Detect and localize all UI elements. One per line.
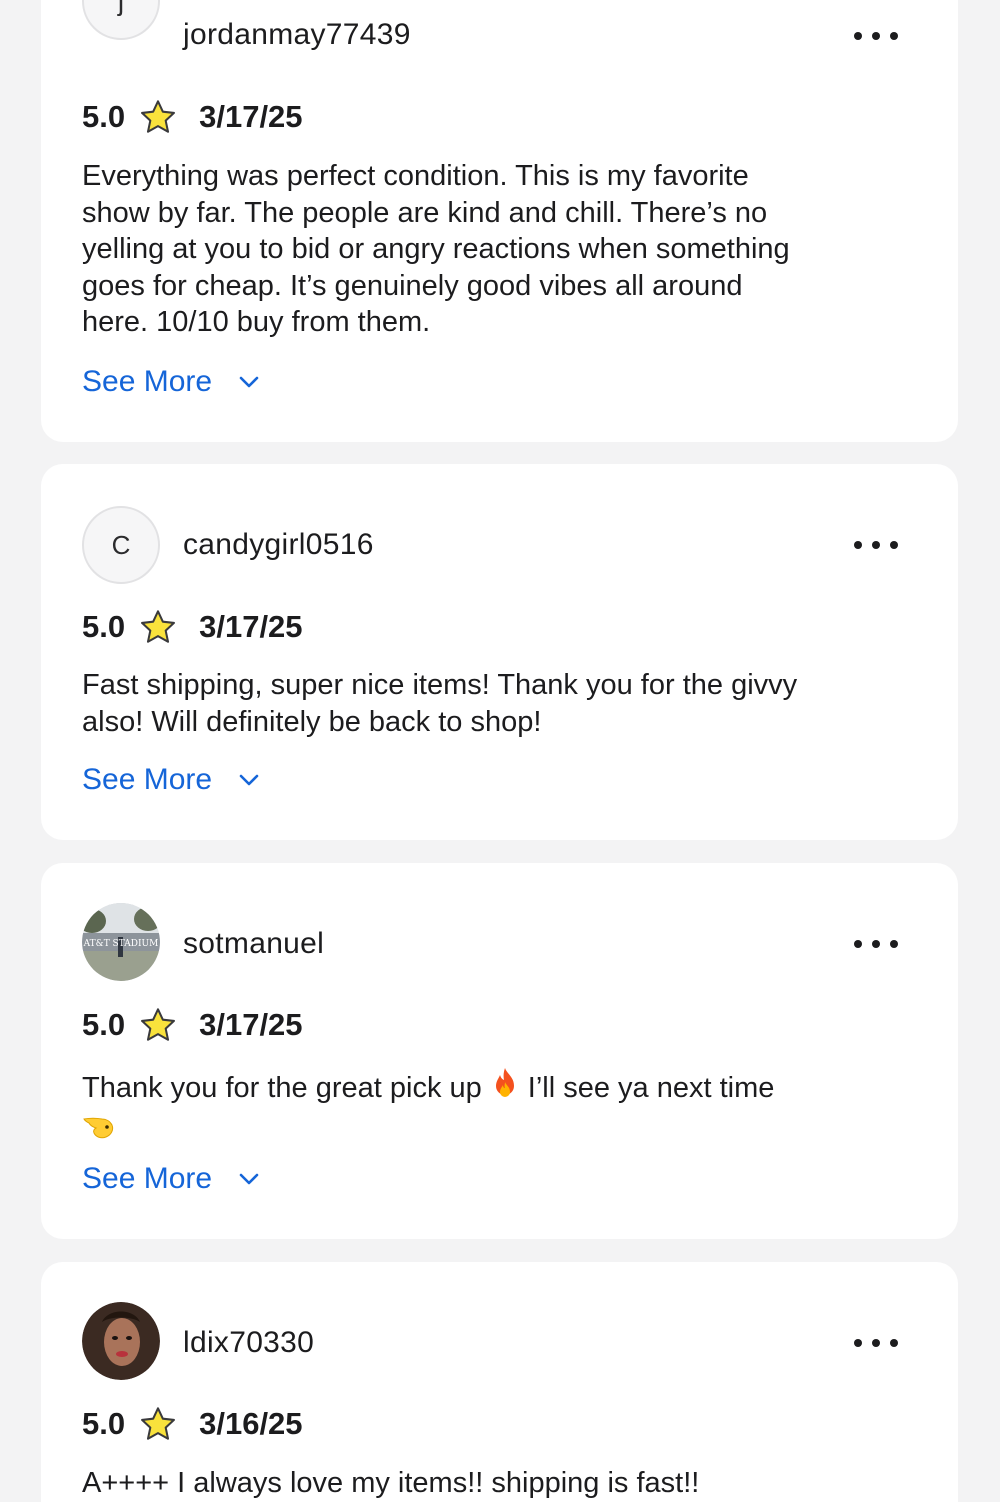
review-card: C candygirl0516 5.0 3/17/25 Fast shippin…: [41, 464, 958, 840]
rating-row: 5.0 3/17/25: [82, 607, 303, 647]
more-options-icon[interactable]: [854, 1338, 898, 1348]
review-card: j jordanmay77439 5.0 3/17/25 Everything …: [41, 0, 958, 442]
avatar[interactable]: [82, 1302, 160, 1380]
avatar-initial: j: [117, 0, 125, 16]
reviews-feed: j jordanmay77439 5.0 3/17/25 Everything …: [0, 0, 1000, 1502]
more-options-icon[interactable]: [854, 31, 898, 41]
chevron-down-icon: [239, 376, 259, 388]
pointing-hand-emoji: [83, 1117, 114, 1138]
rating-value: 5.0: [82, 99, 126, 134]
avatar-initial: C: [111, 529, 131, 560]
more-options-icon[interactable]: [854, 939, 898, 949]
chevron-down-icon: [239, 774, 259, 786]
review-text: Fast shipping, super nice items! Thank y…: [82, 669, 798, 738]
rating-value: 5.0: [82, 1007, 126, 1042]
see-more-label: See More: [82, 365, 213, 398]
rating-row: 5.0 3/17/25: [82, 1005, 303, 1045]
avatar[interactable]: j: [82, 0, 160, 40]
username[interactable]: candygirl0516: [183, 528, 374, 562]
rating-row: 5.0 3/16/25: [82, 1404, 303, 1444]
review-text-part1: Thank you for the great pick up: [82, 1072, 482, 1104]
review-card: ldix70330 5.0 3/16/25 A++++ I always lov…: [41, 1262, 958, 1502]
avatar-photo: AT&T STADIUM: [82, 903, 160, 981]
username[interactable]: sotmanuel: [183, 927, 324, 961]
chevron-down-icon: [239, 1173, 259, 1185]
username[interactable]: ldix70330: [183, 1326, 314, 1360]
review-text: Everything was perfect condition. This i…: [82, 160, 790, 338]
see-more-button[interactable]: See More: [82, 1161, 260, 1197]
avatar[interactable]: AT&T STADIUM: [82, 903, 160, 981]
review-date: 3/17/25: [199, 609, 303, 644]
see-more-button[interactable]: See More: [82, 364, 260, 400]
review-card: AT&T STADIUM sotmanuel 5.0 3/17/25 Thank…: [41, 863, 958, 1239]
see-more-label: See More: [82, 763, 213, 796]
star-icon: [141, 1008, 176, 1041]
avatar-photo-text: AT&T STADIUM: [83, 939, 159, 949]
username[interactable]: jordanmay77439: [183, 18, 411, 52]
see-more-label: See More: [82, 1162, 213, 1195]
review-date: 3/16/25: [199, 1406, 303, 1441]
avatar[interactable]: C: [82, 506, 160, 584]
avatar-photo: [82, 1302, 160, 1380]
more-options-icon[interactable]: [854, 540, 898, 550]
review-text: Thank you for the great pick up I’ll see …: [82, 1066, 902, 1144]
rating-row: 5.0 3/17/25: [82, 97, 303, 137]
review-date: 3/17/25: [199, 1007, 303, 1042]
star-icon: [141, 100, 176, 133]
fire-emoji: [495, 1068, 514, 1097]
review-text: A++++ I always love my items!! shipping …: [82, 1467, 700, 1499]
rating-value: 5.0: [82, 609, 126, 644]
star-icon: [141, 610, 176, 643]
review-date: 3/17/25: [199, 99, 303, 134]
review-text-part2: I’ll see ya next time: [527, 1072, 775, 1104]
star-icon: [141, 1407, 176, 1440]
see-more-button[interactable]: See More: [82, 762, 260, 798]
rating-value: 5.0: [82, 1406, 126, 1441]
